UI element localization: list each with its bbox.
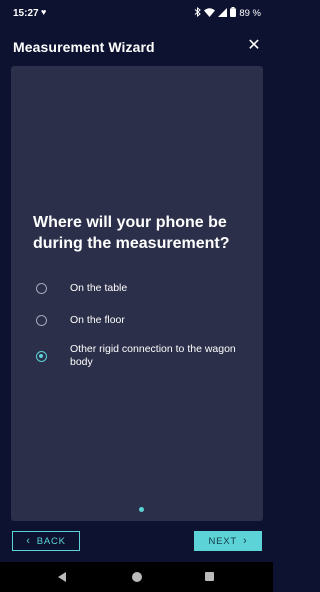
page-indicator-dot [139,507,144,512]
status-time: 15:27 [13,8,39,19]
option-label: On the table [70,282,128,294]
radio-button[interactable] [36,315,47,326]
option-label: Other rigid connection to the wagon body [70,343,236,368]
header: Measurement Wizard ✕ [0,34,273,60]
status-icons: 89 % [194,6,261,20]
option-label: On the floor [70,314,125,326]
status-bar: 15:27 ♥ 89 % [0,0,273,26]
nav-home-icon[interactable] [132,572,142,582]
question-text: Where will your phone be during the meas… [33,214,230,252]
bluetooth-icon [194,6,202,20]
back-button[interactable]: ‹ BACK [12,531,80,551]
page-title: Measurement Wizard [13,39,155,55]
nav-recents-icon[interactable] [205,572,214,581]
battery-icon [230,7,237,20]
back-label: BACK [36,535,66,547]
option-on-table[interactable]: On the table [11,278,263,308]
signal-icon [218,7,228,20]
wizard-card: Where will your phone be during the meas… [11,66,263,521]
close-icon[interactable]: ✕ [245,37,263,55]
radio-button[interactable] [36,283,47,294]
option-other-rigid[interactable]: Other rigid connection to the wagon body [11,342,263,380]
chevron-right-icon: › [243,535,248,547]
radio-button-selected[interactable] [36,351,47,362]
wifi-icon [204,7,216,20]
option-on-floor[interactable]: On the floor [11,310,263,340]
nav-back-icon[interactable] [58,572,66,582]
system-nav-bar [0,562,273,592]
battery-level: 89 % [239,8,261,19]
heart-icon: ♥ [41,7,47,17]
chevron-left-icon: ‹ [26,535,31,547]
next-button[interactable]: NEXT › [194,531,262,551]
next-label: NEXT [208,535,238,547]
